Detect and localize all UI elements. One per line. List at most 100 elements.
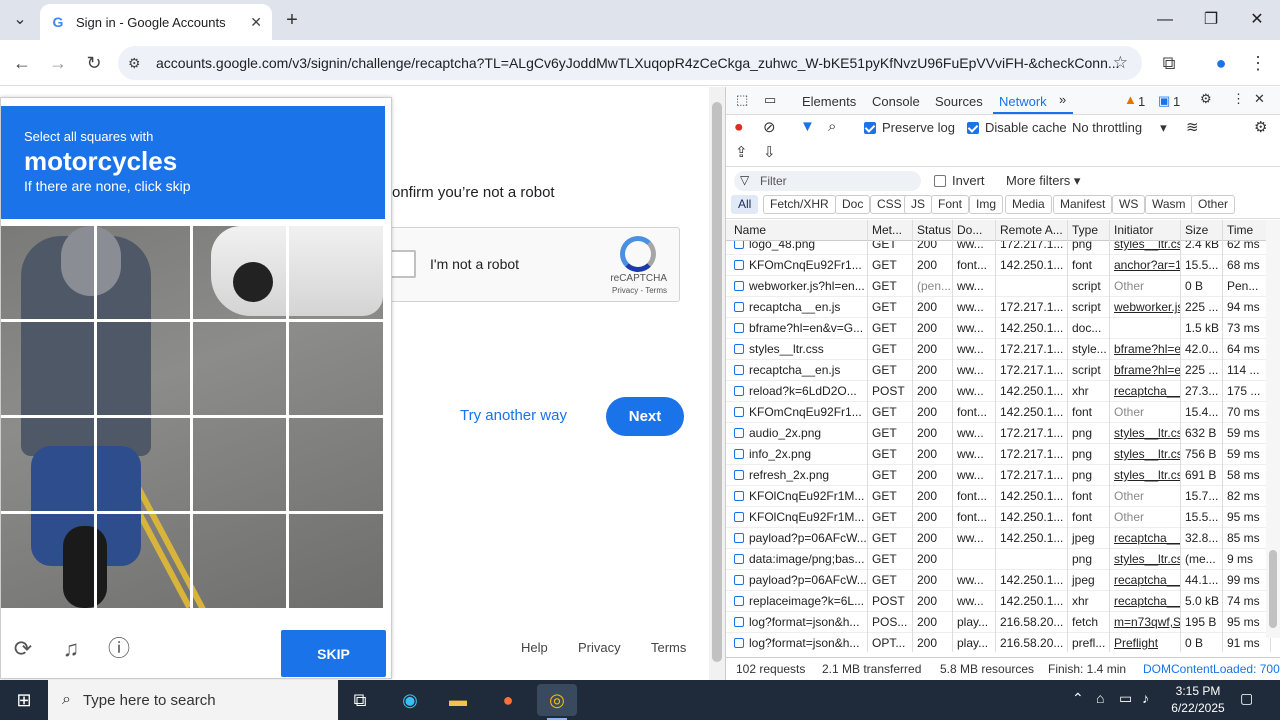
chrome-menu-icon[interactable]: ⋮ bbox=[1246, 51, 1270, 75]
skip-button[interactable]: SKIP bbox=[281, 630, 386, 677]
chip-img[interactable]: Img bbox=[969, 195, 1004, 214]
more-tabs-icon[interactable]: » bbox=[1059, 92, 1066, 107]
extensions-puzzle-icon[interactable]: ⧉ bbox=[1157, 51, 1181, 75]
chip-wasm[interactable]: Wasm bbox=[1145, 195, 1193, 214]
browser-tab[interactable]: G Sign in - Google Accounts ✕ bbox=[40, 4, 272, 40]
invert-toggle[interactable]: Invert bbox=[934, 173, 985, 188]
minimize-icon[interactable]: — bbox=[1142, 0, 1188, 40]
column-header[interactable]: Do... bbox=[953, 220, 996, 241]
url-text[interactable]: accounts.google.com/v3/signin/challenge/… bbox=[156, 55, 1142, 71]
reload-challenge-icon[interactable]: ⟳ bbox=[9, 635, 37, 663]
column-header[interactable]: Name bbox=[730, 220, 868, 241]
network-tray-icon[interactable]: ⌂ bbox=[1096, 690, 1104, 706]
notifications-icon[interactable]: ▢ bbox=[1240, 690, 1253, 707]
recaptcha-checkbox[interactable] bbox=[388, 250, 416, 278]
audio-challenge-icon[interactable]: ♫ bbox=[57, 635, 85, 663]
next-button[interactable]: Next bbox=[606, 397, 684, 436]
taskbar-search-box[interactable]: ⌕ Type here to search bbox=[48, 680, 338, 720]
windows-start-icon[interactable]: ⊞ bbox=[0, 680, 48, 720]
chip-css[interactable]: CSS bbox=[870, 195, 909, 214]
table-row[interactable]: recaptcha__en.js GET 200 ww... 172.217.1... s… bbox=[726, 297, 1271, 318]
table-row[interactable]: log?format=json&h... OPT... 200 play... 216.… bbox=[726, 633, 1271, 652]
devtools-settings-icon[interactable]: ⚙ bbox=[1200, 91, 1212, 107]
table-row[interactable]: payload?p=06AFcW... GET 200 ww... 142.250.1.… bbox=[726, 570, 1271, 591]
clear-icon[interactable]: ⊘ bbox=[763, 118, 776, 136]
device-toolbar-icon[interactable]: ▭ bbox=[764, 92, 776, 108]
volume-tray-icon[interactable]: ♪ bbox=[1142, 690, 1149, 706]
profile-avatar-icon[interactable]: ● bbox=[1209, 51, 1233, 75]
tab-close-icon[interactable]: ✕ bbox=[250, 14, 262, 31]
page-scrollbar[interactable] bbox=[709, 87, 725, 680]
table-row[interactable]: payload?p=06AFcW... GET 200 ww... 142.250.1.… bbox=[726, 528, 1271, 549]
table-row[interactable]: KFOmCnqEu92Fr1... GET 200 font... 142.250.1.… bbox=[726, 402, 1271, 423]
table-row[interactable]: data:image/png;bas... GET 200 png styles__lt… bbox=[726, 549, 1271, 570]
page-scrollbar-thumb[interactable] bbox=[712, 102, 722, 662]
column-header[interactable]: Time bbox=[1223, 220, 1271, 241]
tab-search-chevron-icon[interactable]: ⌄ bbox=[8, 8, 32, 32]
chip-doc[interactable]: Doc bbox=[835, 195, 871, 214]
chip-ws[interactable]: WS bbox=[1112, 195, 1146, 214]
taskbar-clock[interactable]: 3:15 PM 6/22/2025 bbox=[1163, 683, 1233, 717]
tray-chevron-icon[interactable]: ⌃ bbox=[1072, 690, 1084, 707]
tab-network[interactable]: Network bbox=[999, 94, 1047, 109]
export-har-icon[interactable]: ⇩ bbox=[763, 143, 776, 161]
record-stop-icon[interactable]: ⏺ bbox=[735, 119, 743, 136]
network-conditions-icon[interactable]: ≋ bbox=[1186, 118, 1199, 136]
try-another-way-link[interactable]: Try another way bbox=[460, 407, 567, 424]
tab-sources[interactable]: Sources bbox=[935, 94, 983, 109]
chip-media[interactable]: Media bbox=[1005, 195, 1052, 214]
table-row[interactable]: KFOlCnqEu92Fr1M... GET 200 font... 142.250.1… bbox=[726, 507, 1271, 528]
table-row[interactable]: KFOmCnqEu92Fr1... GET 200 font... 142.250.1.… bbox=[726, 255, 1271, 276]
table-row[interactable]: bframe?hl=en&v=G... GET 200 ww... 142.250.1.… bbox=[726, 318, 1271, 339]
import-har-icon[interactable]: ⇪ bbox=[735, 143, 748, 161]
table-row[interactable]: recaptcha__en.js GET 200 ww... 172.217.1... s… bbox=[726, 360, 1271, 381]
reload-icon[interactable]: ↻ bbox=[82, 51, 106, 75]
column-header[interactable]: Type bbox=[1068, 220, 1110, 241]
devtools-menu-icon[interactable]: ⋮ bbox=[1232, 91, 1245, 107]
tab-console[interactable]: Console bbox=[872, 94, 920, 109]
table-row[interactable]: KFOlCnqEu92Fr1M... GET 200 font... 142.250.1… bbox=[726, 486, 1271, 507]
chip-js[interactable]: JS bbox=[904, 195, 933, 214]
column-header[interactable]: Met... bbox=[868, 220, 913, 241]
column-header[interactable]: Size bbox=[1181, 220, 1223, 241]
task-view-icon[interactable]: ⧉ bbox=[340, 684, 380, 716]
invert-checkbox[interactable] bbox=[934, 175, 946, 187]
new-tab-plus-icon[interactable]: + bbox=[280, 8, 304, 32]
edge-icon[interactable]: ◉ bbox=[390, 684, 430, 716]
file-explorer-icon[interactable]: ▬ bbox=[438, 684, 478, 716]
devtools-close-icon[interactable]: ✕ bbox=[1254, 91, 1265, 107]
info-icon[interactable]: ⓘ bbox=[105, 635, 133, 663]
recaptcha-privacy-terms[interactable]: Privacy - Terms bbox=[612, 286, 667, 295]
throttling-select[interactable]: No throttling ▾ bbox=[1072, 120, 1167, 136]
wifi-tray-icon[interactable]: ▭ bbox=[1119, 690, 1132, 707]
filter-funnel-icon[interactable]: ▼ bbox=[800, 118, 815, 135]
address-bar[interactable]: ⚙ accounts.google.com/v3/signin/challeng… bbox=[118, 46, 1142, 80]
message-icon[interactable]: ▣ bbox=[1158, 93, 1170, 109]
filter-input[interactable]: Filter bbox=[734, 171, 921, 191]
chip-other[interactable]: Other bbox=[1191, 195, 1236, 214]
disable-cache-toggle[interactable]: Disable cache bbox=[967, 120, 1067, 135]
footer-privacy-link[interactable]: Privacy bbox=[578, 640, 621, 655]
column-header[interactable]: Remote A... bbox=[996, 220, 1068, 241]
back-arrow-icon[interactable]: ← bbox=[10, 51, 34, 75]
column-header[interactable]: Status bbox=[913, 220, 953, 241]
window-close-icon[interactable]: ✕ bbox=[1234, 0, 1280, 40]
forward-arrow-icon[interactable]: → bbox=[46, 51, 70, 75]
warning-icon[interactable]: ▲ bbox=[1124, 92, 1137, 107]
table-row[interactable]: styles__ltr.css GET 200 ww... 172.217.1... st… bbox=[726, 339, 1271, 360]
chrome-icon[interactable]: ◎ bbox=[537, 684, 577, 720]
maximize-icon[interactable]: ❐ bbox=[1188, 0, 1234, 40]
chip-font[interactable]: Font bbox=[931, 195, 970, 214]
bookmark-star-icon[interactable]: ☆ bbox=[1113, 53, 1128, 73]
tab-elements[interactable]: Elements bbox=[802, 94, 856, 109]
chip-manifest[interactable]: Manifest bbox=[1053, 195, 1113, 214]
table-scrollbar[interactable] bbox=[1266, 220, 1280, 638]
challenge-image-grid[interactable] bbox=[1, 226, 383, 608]
disable-cache-checkbox[interactable] bbox=[967, 122, 979, 134]
site-info-icon[interactable]: ⚙ bbox=[128, 55, 148, 72]
inspect-element-icon[interactable]: ⬚ bbox=[736, 92, 748, 108]
firefox-icon[interactable]: ● bbox=[488, 684, 528, 716]
footer-terms-link[interactable]: Terms bbox=[651, 640, 686, 655]
chip-fetch-xhr[interactable]: Fetch/XHR bbox=[763, 195, 836, 214]
table-row[interactable]: replaceimage?k=6L... POST 200 ww... 142.250.… bbox=[726, 591, 1271, 612]
